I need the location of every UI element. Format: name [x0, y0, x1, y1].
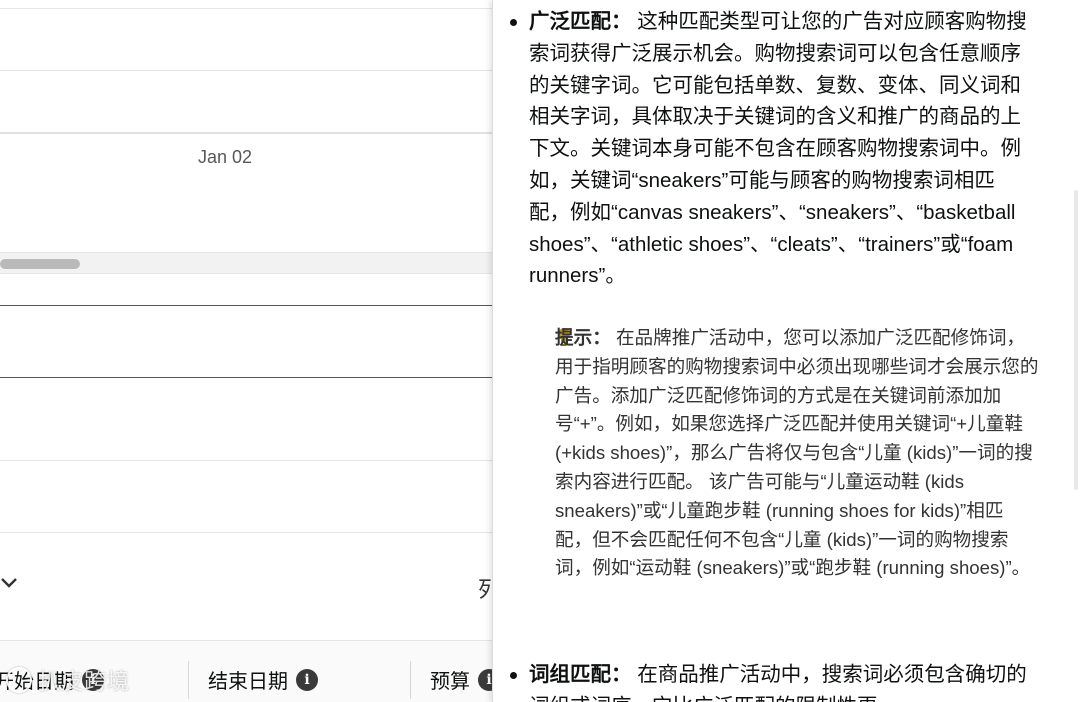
grid-line [0, 70, 492, 71]
bullet-icon [510, 672, 517, 679]
broad-match-term: 广泛匹配： [529, 10, 632, 33]
chart-series-line [0, 305, 492, 306]
x-axis-date-label: Jan 02 [198, 147, 253, 167]
column-divider[interactable] [410, 661, 411, 699]
dashboard-background: Jan 02 列 开始日期 i 结束日期 i 预算 i 扒皮跨境 [0, 0, 492, 702]
chevron-down-icon[interactable] [0, 572, 18, 595]
help-panel: 广泛匹配： 这种匹配类型可让您的广告对应顾客购物搜索词获得广泛展示机会。购物搜索… [492, 0, 1080, 702]
grid-line [0, 132, 492, 134]
header-label: 结束日期 [208, 671, 288, 693]
broad-match-text: 这种匹配类型可让您的广告对应顾客购物搜索词获得广泛展示机会。购物搜索词可以包含任… [529, 10, 1027, 288]
columns-label-cut[interactable]: 列 [478, 572, 492, 604]
watermark: 扒皮跨境 [6, 664, 130, 696]
grid-line [0, 532, 492, 533]
list-item-phrase-match: 词组匹配： 在商品推广活动中，搜索词必须包含确切的词组或词序，它比广泛匹配的限制… [510, 659, 1029, 702]
watermark-text: 扒皮跨境 [38, 669, 131, 694]
info-icon[interactable]: i [296, 668, 318, 691]
bullet-icon [510, 19, 517, 26]
phrase-match-term: 词组匹配： [529, 663, 632, 686]
header-label: 预算 [430, 671, 470, 693]
tip-box: 提示： 在品牌推广活动中，您可以添加广泛匹配修饰词，用于指明顾客的购物搜索词中必… [555, 324, 1039, 583]
header-budget[interactable]: 预算 i [430, 665, 492, 694]
tip-text: 在品牌推广活动中，您可以添加广泛匹配修饰词，用于指明顾客的购物搜索词中必须出现哪… [555, 327, 1039, 579]
watermark-logo-icon [6, 667, 32, 693]
grid-line [0, 460, 492, 461]
grid-line [0, 8, 492, 9]
header-end-date[interactable]: 结束日期 i [208, 665, 318, 694]
chart-series-line [0, 377, 492, 378]
info-icon[interactable]: i [478, 668, 492, 691]
horizontal-scrollbar[interactable] [0, 252, 492, 274]
scrollbar-thumb[interactable] [0, 259, 80, 269]
column-divider[interactable] [188, 661, 189, 699]
list-item-broad-match: 广泛匹配： 这种匹配类型可让您的广告对应顾客购物搜索词获得广泛展示机会。购物搜索… [510, 6, 1029, 292]
panel-scrollbar[interactable] [1074, 190, 1078, 490]
tip-term: 提示： [555, 327, 611, 348]
